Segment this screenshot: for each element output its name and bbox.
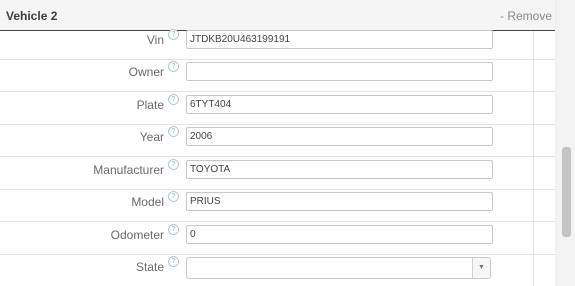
row-model: Model ? bbox=[0, 185, 555, 222]
row-state: State ? ▼ bbox=[0, 250, 555, 286]
vin-input[interactable] bbox=[186, 30, 493, 49]
odometer-input[interactable] bbox=[186, 225, 493, 244]
owner-input[interactable] bbox=[186, 62, 493, 81]
scrollbar-thumb[interactable] bbox=[562, 147, 571, 237]
row-year: Year ? bbox=[0, 120, 555, 157]
model-label: Model bbox=[131, 195, 164, 209]
plate-label: Plate bbox=[136, 98, 164, 112]
help-icon[interactable]: ? bbox=[168, 224, 179, 235]
manufacturer-input[interactable] bbox=[186, 160, 493, 179]
column-divider bbox=[533, 31, 534, 286]
scrollbar-track[interactable] bbox=[557, 0, 575, 286]
year-label: Year bbox=[139, 130, 164, 144]
remove-link[interactable]: - Remove bbox=[500, 9, 552, 23]
help-icon[interactable]: ? bbox=[168, 61, 179, 72]
chevron-down-icon[interactable]: ▼ bbox=[472, 258, 490, 278]
help-icon[interactable]: ? bbox=[168, 126, 179, 137]
manufacturer-label: Manufacturer bbox=[93, 163, 164, 177]
model-input[interactable] bbox=[186, 192, 493, 211]
plate-input[interactable] bbox=[186, 95, 493, 114]
help-icon[interactable]: ? bbox=[168, 29, 179, 40]
vin-label: Vin bbox=[146, 33, 164, 47]
help-icon[interactable]: ? bbox=[168, 159, 179, 170]
state-select[interactable]: ▼ bbox=[186, 257, 491, 279]
help-icon[interactable]: ? bbox=[168, 256, 179, 267]
year-input[interactable] bbox=[186, 127, 493, 146]
section-title: Vehicle 2 bbox=[6, 9, 58, 23]
odometer-label: Odometer bbox=[110, 228, 164, 242]
state-label: State bbox=[135, 260, 164, 274]
help-icon[interactable]: ? bbox=[168, 191, 179, 202]
row-owner: Owner ? bbox=[0, 55, 555, 92]
help-icon[interactable]: ? bbox=[168, 94, 179, 105]
vehicle-panel: Vehicle 2 - Remove Vin ? Owner ? Plate ?… bbox=[0, 0, 555, 286]
owner-label: Owner bbox=[128, 65, 164, 79]
